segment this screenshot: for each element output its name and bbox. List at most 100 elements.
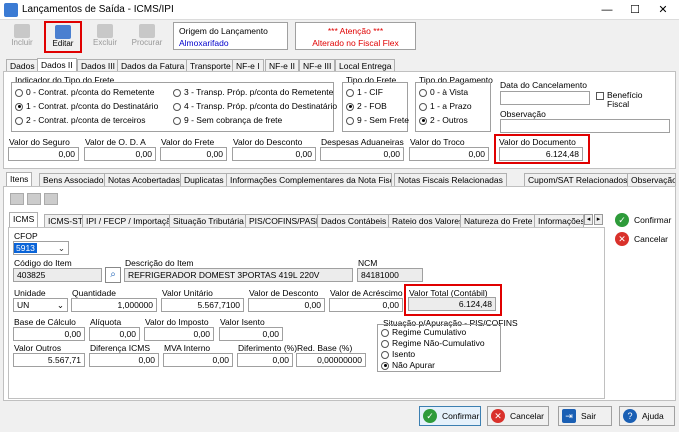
tab-scroll-right-icon[interactable]: ▸ [594, 214, 603, 225]
descricao-input[interactable]: REFRIGERADOR DOMEST 3PORTAS 419L 220V [124, 268, 353, 282]
close-button[interactable]: ✕ [648, 0, 678, 20]
diferimento-label: Diferimento (%) [238, 343, 298, 353]
ajuda-label: Ajuda [642, 411, 664, 421]
tab-notas-acobertadas[interactable]: Notas Acobertadas [104, 173, 184, 186]
ajuda-button[interactable]: ? Ajuda [619, 406, 675, 426]
tab-situacao-tributaria[interactable]: Situação Tributária [169, 214, 248, 227]
tipo-frete-option-1[interactable]: 1 - CIF [346, 87, 383, 97]
minimize-button[interactable]: — [592, 0, 622, 20]
cancelamento-date-input[interactable] [500, 91, 590, 105]
frete-option-1[interactable]: 1 - Contrat. p/conta do Destinatário [15, 101, 158, 111]
beneficio-fiscal-checkbox[interactable]: Benefício Fiscal [596, 91, 649, 109]
frete-option-2[interactable]: 2 - Contrat. p/conta de terceiros [15, 115, 146, 125]
procurar-button[interactable]: Procurar [128, 22, 166, 52]
tab-info-complementares[interactable]: Informações Complementares da Nota Fisca… [226, 173, 392, 186]
confirmar-button[interactable]: ✓ Confirmar [419, 406, 481, 426]
search-icon[interactable]: ⌕ [105, 267, 121, 283]
tab-bens-associados[interactable]: Bens Associados [39, 173, 112, 186]
troco-label: Valor do Troco [410, 137, 465, 147]
seguro-input[interactable]: 0,00 [8, 147, 79, 161]
pagamento-option-label: 0 - à Vista [430, 87, 469, 97]
mva-input[interactable]: 0,00 [163, 353, 233, 367]
troco-input[interactable]: 0,00 [409, 147, 489, 161]
outros-input[interactable]: 5.567,71 [13, 353, 85, 367]
pagamento-option-label: 1 - a Prazo [430, 101, 472, 111]
frete-option-4[interactable]: 4 - Transp. Próp. p/conta do Destinatári… [173, 101, 337, 111]
tab-rateio[interactable]: Rateio dos Valores [388, 214, 468, 227]
chevron-down-icon: ⌄ [57, 243, 65, 253]
frete-option-label: 9 - Sem cobrança de frete [184, 115, 283, 125]
oda-input[interactable]: 0,00 [84, 147, 156, 161]
tab-ipi-fecp[interactable]: IPI / FECP / Importação [82, 214, 180, 227]
despesas-input[interactable]: 0,00 [320, 147, 404, 161]
new-item-icon[interactable] [10, 193, 24, 205]
imposto-label: Valor do Imposto [145, 317, 209, 327]
diferimento-input[interactable]: 0,00 [237, 353, 293, 367]
atencao-text: Alterado no Fiscal Flex [312, 38, 399, 48]
documento-label: Valor do Documento [499, 137, 576, 147]
cfop-select[interactable]: 5913 ⌄ [13, 241, 69, 255]
side-cancelar-button[interactable]: ✕ Cancelar [612, 230, 672, 250]
tab-duplicatas[interactable]: Duplicatas [180, 173, 228, 186]
tab-nf-relacionadas[interactable]: Notas Fiscais Relacionadas [394, 173, 507, 186]
unitario-input[interactable]: 5.567,7100 [161, 298, 244, 312]
diferenca-icms-input[interactable]: 0,00 [89, 353, 159, 367]
frete-option-5[interactable]: 9 - Sem cobrança de frete [173, 115, 282, 125]
tab-itens[interactable]: Itens [6, 172, 33, 186]
pis-option-cumulativo[interactable]: Regime Cumulativo [381, 327, 466, 337]
tab-icms-st[interactable]: ICMS-ST [44, 214, 87, 227]
origem-box: Origem do Lançamento Almoxarifado [173, 22, 288, 50]
pis-option-nao-apurar[interactable]: Não Apurar [381, 360, 435, 370]
valor-desconto-input[interactable]: 0,00 [248, 298, 325, 312]
aliquota-label: Alíquota [90, 317, 122, 327]
desconto-input[interactable]: 0,00 [232, 147, 316, 161]
pagamento-option-2[interactable]: 2 - Outros [419, 115, 468, 125]
codigo-input[interactable]: 403825 [13, 268, 102, 282]
pagamento-option-1[interactable]: 1 - a Prazo [419, 101, 472, 111]
frete-option-0[interactable]: 0 - Contrat. p/conta do Remetente [15, 87, 155, 97]
maximize-button[interactable]: ☐ [620, 0, 650, 20]
observacao-input[interactable] [500, 119, 670, 133]
editar-button[interactable]: Editar [44, 21, 82, 53]
frete-input[interactable]: 0,00 [160, 147, 227, 161]
total-input[interactable]: 6.124,48 [408, 297, 496, 311]
pis-option-nao-cumulativo[interactable]: Regime Não-Cumulativo [381, 338, 485, 348]
tipo-frete-option-9[interactable]: 9 - Sem Frete [346, 115, 409, 125]
imposto-input[interactable]: 0,00 [144, 327, 214, 341]
incluir-button[interactable]: Incluir [3, 22, 41, 52]
delete-item-icon[interactable] [44, 193, 58, 205]
acrescimo-input[interactable]: 0,00 [329, 298, 403, 312]
red-base-input[interactable]: 0,00000000 [296, 353, 366, 367]
frete-option-3[interactable]: 3 - Transp. Próp. p/conta do Remetente [173, 87, 333, 97]
radio-icon [173, 88, 181, 97]
side-confirmar-button[interactable]: ✓ Confirmar [612, 211, 672, 231]
isento-input[interactable]: 0,00 [219, 327, 283, 341]
tipo-frete-option-2[interactable]: 2 - FOB [346, 101, 387, 111]
tab-dados-ii[interactable]: Dados II [37, 58, 77, 72]
base-input[interactable]: 0,00 [13, 327, 85, 341]
aliquota-input[interactable]: 0,00 [89, 327, 140, 341]
radio-selected-icon [381, 361, 389, 370]
cancelar-button[interactable]: ✕ Cancelar [487, 406, 549, 426]
tab-dados-contabeis[interactable]: Dados Contábeis [317, 214, 391, 227]
tab-natureza-frete[interactable]: Natureza do Frete [460, 214, 537, 227]
radio-icon [419, 88, 427, 97]
ncm-input[interactable]: 84181000 [357, 268, 423, 282]
app-icon [4, 3, 18, 17]
excluir-button[interactable]: Excluir [86, 22, 124, 52]
unidade-select[interactable]: UN ⌄ [13, 298, 68, 312]
documento-input[interactable]: 6.124,48 [499, 147, 583, 161]
radio-selected-icon [15, 102, 23, 111]
tab-icms[interactable]: ICMS [9, 212, 39, 228]
radio-icon [346, 88, 354, 97]
pis-option-isento[interactable]: Isento [381, 349, 415, 359]
tab-cupom-sat[interactable]: Cupom/SAT Relacionados [524, 173, 632, 186]
tab-informacoes[interactable]: Informações [534, 214, 584, 227]
edit-item-icon[interactable] [27, 193, 41, 205]
beneficio-label: Benefício Fiscal [607, 90, 643, 109]
quantidade-input[interactable]: 1,000000 [71, 298, 157, 312]
tab-observacao[interactable]: Observação d [627, 173, 676, 186]
tab-scroll-left-icon[interactable]: ◂ [584, 214, 593, 225]
sair-button[interactable]: ⇥ Sair [558, 406, 612, 426]
pagamento-option-0[interactable]: 0 - à Vista [419, 87, 468, 97]
